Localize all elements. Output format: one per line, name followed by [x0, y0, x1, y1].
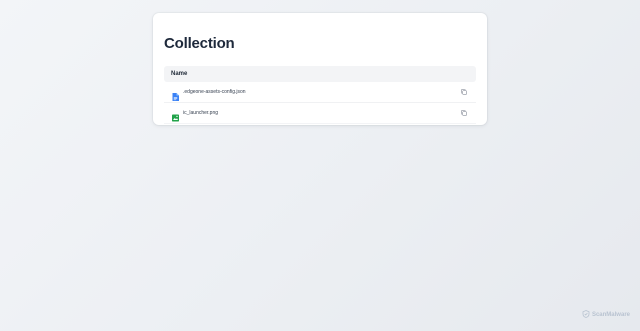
column-header-name: Name: [171, 71, 188, 77]
table-row[interactable]: .edgeone-assets-config.json: [164, 82, 476, 103]
copy-icon[interactable]: [460, 88, 468, 96]
document-icon: [172, 88, 179, 101]
watermark-text: ScanMalware: [591, 312, 630, 318]
file-table: Name .edgeone-assets-config.json ic_laun…: [164, 66, 476, 124]
file-name[interactable]: .edgeone-assets-config.json: [183, 89, 460, 95]
file-name[interactable]: ic_launcher.png: [183, 110, 460, 116]
image-icon: [172, 109, 179, 122]
copy-icon[interactable]: [460, 109, 468, 117]
watermark: ScanMalware: [582, 310, 630, 320]
table-header: Name: [164, 66, 476, 82]
table-row[interactable]: ic_launcher.png: [164, 103, 476, 124]
collection-card: Collection Name .edgeone-assets-config.j…: [153, 13, 487, 125]
shield-logo-icon: [582, 310, 590, 320]
page-title: Collection: [164, 35, 235, 52]
